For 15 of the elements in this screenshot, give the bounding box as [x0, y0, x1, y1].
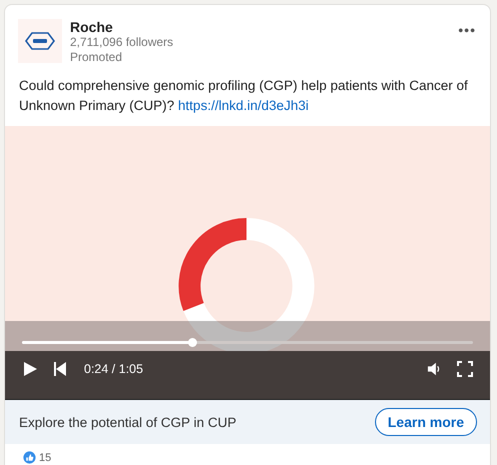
promoted-label: Promoted [70, 50, 124, 65]
follower-count: 2,711,096 followers [70, 35, 174, 50]
thumbs-up-icon[interactable] [23, 451, 36, 464]
skip-back-icon[interactable] [52, 361, 68, 377]
fullscreen-icon[interactable] [457, 361, 473, 377]
post-link[interactable]: https://lnkd.in/d3eJh3i [178, 98, 309, 113]
learn-more-button[interactable]: Learn more [374, 408, 477, 436]
more-button[interactable]: ••• [458, 21, 476, 39]
play-icon[interactable] [22, 361, 38, 377]
author-name[interactable]: Roche [70, 19, 450, 35]
video-time: 0:24 / 1:05 [84, 362, 144, 376]
logo-icon[interactable] [18, 19, 62, 63]
cta-text: Explore the potential of CGP in CUP [19, 414, 236, 430]
post-text: Could comprehensive genomic profiling (CGP) help patients with Cancer of Unknown Primary (CUP)? https://lnkd.in/d3eJh3i [19, 77, 469, 115]
reaction-count[interactable]: 15 [39, 452, 52, 464]
